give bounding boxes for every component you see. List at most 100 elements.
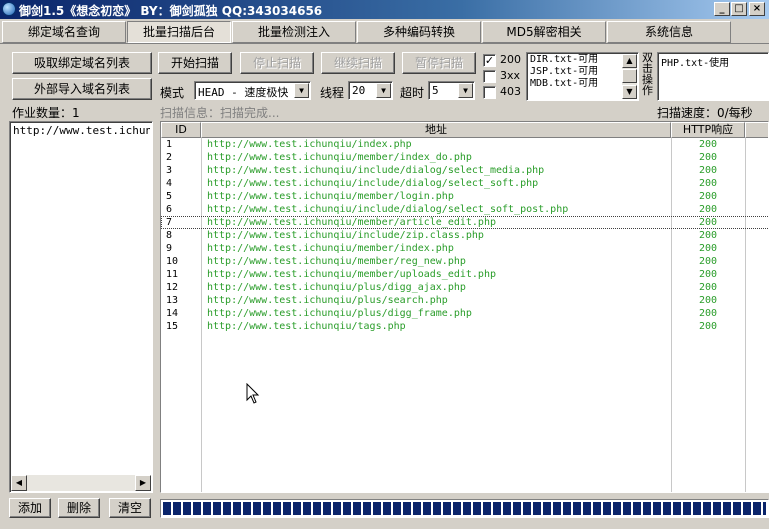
mode-select[interactable]: HEAD - 速度极快 ▼ [194, 81, 311, 100]
domain-list[interactable]: http://www.test.ichunqiu ◀ ▶ [9, 121, 153, 493]
row-id: 7 [166, 217, 173, 228]
table-row[interactable]: 10 http://www.test.ichunqiu/member/reg_ne… [161, 255, 768, 268]
chevron-down-icon[interactable]: ▼ [376, 83, 391, 98]
dict-item[interactable]: MDB.txt-可用 [530, 78, 598, 90]
mouse-cursor-icon [246, 383, 260, 404]
table-row[interactable]: 9 http://www.test.ichunqiu/member/index.p… [161, 242, 768, 255]
tab-encoding[interactable]: 多种编码转换 [357, 21, 481, 43]
row-http-code: 200 [698, 243, 718, 254]
tab-bound-domain-query[interactable]: 绑定域名查询 [2, 21, 126, 43]
double-click-hint: 双击操作 [642, 51, 653, 97]
dict-item[interactable]: JSP.txt-可用 [530, 66, 598, 78]
dictionary-list[interactable]: DIR.txt-可用 JSP.txt-可用 MDB.txt-可用 ▲ ▼ [526, 52, 639, 101]
table-row[interactable]: 13 http://www.test.ichunqiu/plus/search.p… [161, 294, 768, 307]
table-row[interactable]: 5 http://www.test.ichunqiu/member/login.p… [161, 190, 768, 203]
row-url: http://www.test.ichunqiu/member/uploads_… [207, 269, 496, 280]
row-id: 6 [166, 204, 173, 215]
row-id: 3 [166, 165, 173, 176]
threads-label: 线程 [320, 86, 345, 100]
row-id: 9 [166, 243, 173, 254]
row-id: 8 [166, 230, 173, 241]
continue-scan-button[interactable]: 继续扫描 [321, 52, 395, 74]
row-http-code: 200 [698, 191, 718, 202]
row-id: 13 [166, 295, 179, 306]
chevron-down-icon[interactable]: ▼ [294, 83, 309, 98]
table-row[interactable]: 11 http://www.test.ichunqiu/member/upload… [161, 268, 768, 281]
row-url: http://www.test.ichunqiu/member/article_… [207, 217, 496, 228]
domain-list-item[interactable]: http://www.test.ichunqiu [13, 124, 150, 137]
scroll-up-icon[interactable]: ▲ [622, 54, 637, 68]
table-row[interactable]: 2 http://www.test.ichunqiu/member/index_d… [161, 151, 768, 164]
tab-batch-scan-admin[interactable]: 批量扫描后台 [127, 21, 231, 43]
scroll-left-icon[interactable]: ◀ [11, 475, 27, 491]
row-http-code: 200 [698, 295, 718, 306]
php-dict-item[interactable]: PHP.txt-使用 [661, 54, 729, 69]
table-row[interactable]: 1 http://www.test.ichunqiu/index.php 200 [161, 138, 768, 151]
column-header-url[interactable]: 地址 [201, 122, 671, 138]
column-header-id[interactable]: ID [161, 122, 201, 138]
row-url: http://www.test.ichunqiu/include/dialog/… [207, 178, 539, 189]
table-row[interactable]: 12 http://www.test.ichunqiu/plus/digg_aja… [161, 281, 768, 294]
title-bar: 御剑1.5《想念初恋》 BY：御剑孤独 QQ:343034656 _ □ × [0, 0, 769, 19]
mode-label: 模式 [160, 86, 185, 100]
row-http-code: 200 [698, 217, 718, 228]
delete-button[interactable]: 删除 [58, 498, 100, 518]
scroll-right-icon[interactable]: ▶ [135, 475, 151, 491]
vertical-scrollbar[interactable]: ▲ ▼ [622, 54, 637, 99]
table-row[interactable]: 3 http://www.test.ichunqiu/include/dialog… [161, 164, 768, 177]
column-header-filler [745, 122, 768, 138]
row-http-code: 200 [698, 321, 718, 332]
row-http-code: 200 [698, 165, 718, 176]
row-url: http://www.test.ichunqiu/member/index.ph… [207, 243, 454, 254]
import-bound-domains-button[interactable]: 吸取绑定域名列表 [12, 52, 152, 74]
status-403-checkbox[interactable] [483, 86, 496, 99]
chevron-down-icon[interactable]: ▼ [458, 83, 473, 98]
minimize-button[interactable]: _ [714, 2, 730, 16]
horizontal-scrollbar[interactable]: ◀ ▶ [11, 475, 151, 491]
scroll-down-icon[interactable]: ▼ [622, 85, 637, 99]
stop-scan-button[interactable]: 停止扫描 [240, 52, 314, 74]
column-header-http-code[interactable]: HTTP响应 [671, 122, 745, 138]
add-button[interactable]: 添加 [9, 498, 51, 518]
scrollbar-thumb[interactable] [622, 69, 637, 83]
tab-bar: 绑定域名查询 批量扫描后台 批量检测注入 多种编码转换 MD5解密相关 系统信息 [0, 19, 769, 44]
timeout-select[interactable]: 5 ▼ [428, 81, 475, 100]
threads-select[interactable]: 20 ▼ [348, 81, 393, 100]
start-scan-button[interactable]: 开始扫描 [158, 52, 232, 74]
close-button[interactable]: × [749, 2, 765, 16]
table-row[interactable]: 14 http://www.test.ichunqiu/plus/digg_fra… [161, 307, 768, 320]
row-url: http://www.test.ichunqiu/include/dialog/… [207, 204, 569, 215]
row-http-code: 200 [698, 282, 718, 293]
clear-button[interactable]: 清空 [109, 498, 151, 518]
table-row[interactable]: 8 http://www.test.ichunqiu/include/zip.cl… [161, 229, 768, 242]
scan-speed: 扫描速度：0/每秒 [657, 106, 753, 120]
table-row[interactable]: 7 http://www.test.ichunqiu/member/article… [161, 216, 768, 229]
maximize-button[interactable]: □ [731, 2, 747, 16]
dict-item[interactable]: DIR.txt-可用 [530, 54, 598, 66]
progress-fill [163, 502, 766, 515]
row-http-code: 200 [698, 139, 718, 150]
row-id: 11 [166, 269, 179, 280]
table-row[interactable]: 4 http://www.test.ichunqiu/include/dialog… [161, 177, 768, 190]
row-id: 2 [166, 152, 173, 163]
php-dictionary-list[interactable]: PHP.txt-使用 [657, 52, 769, 101]
job-count-label: 作业数量：1 [12, 106, 80, 120]
import-external-domains-button[interactable]: 外部导入域名列表 [12, 78, 152, 100]
table-row[interactable]: 6 http://www.test.ichunqiu/include/dialog… [161, 203, 768, 216]
row-url: http://www.test.ichunqiu/plus/digg_ajax.… [207, 282, 466, 293]
table-row[interactable]: 15 http://www.test.ichunqiu/tags.php 200 [161, 320, 768, 333]
tab-md5[interactable]: MD5解密相关 [482, 21, 606, 43]
row-http-code: 200 [698, 269, 718, 280]
status-200-checkbox[interactable]: ✓ [483, 54, 496, 67]
tab-system-info[interactable]: 系统信息 [607, 21, 731, 43]
tab-batch-injection[interactable]: 批量检测注入 [232, 21, 356, 43]
pause-scan-button[interactable]: 暂停扫描 [402, 52, 476, 74]
threads-value: 20 [352, 84, 366, 97]
row-id: 1 [166, 139, 173, 150]
row-url: http://www.test.ichunqiu/index.php [207, 139, 412, 150]
mode-value: HEAD - 速度极快 [198, 86, 289, 99]
status-3xx-label: 3xx [500, 69, 521, 82]
row-http-code: 200 [698, 178, 718, 189]
results-table[interactable]: ID 地址 HTTP响应 1 http://www.test.ichunqiu/i… [160, 121, 769, 493]
status-3xx-checkbox[interactable] [483, 70, 496, 83]
